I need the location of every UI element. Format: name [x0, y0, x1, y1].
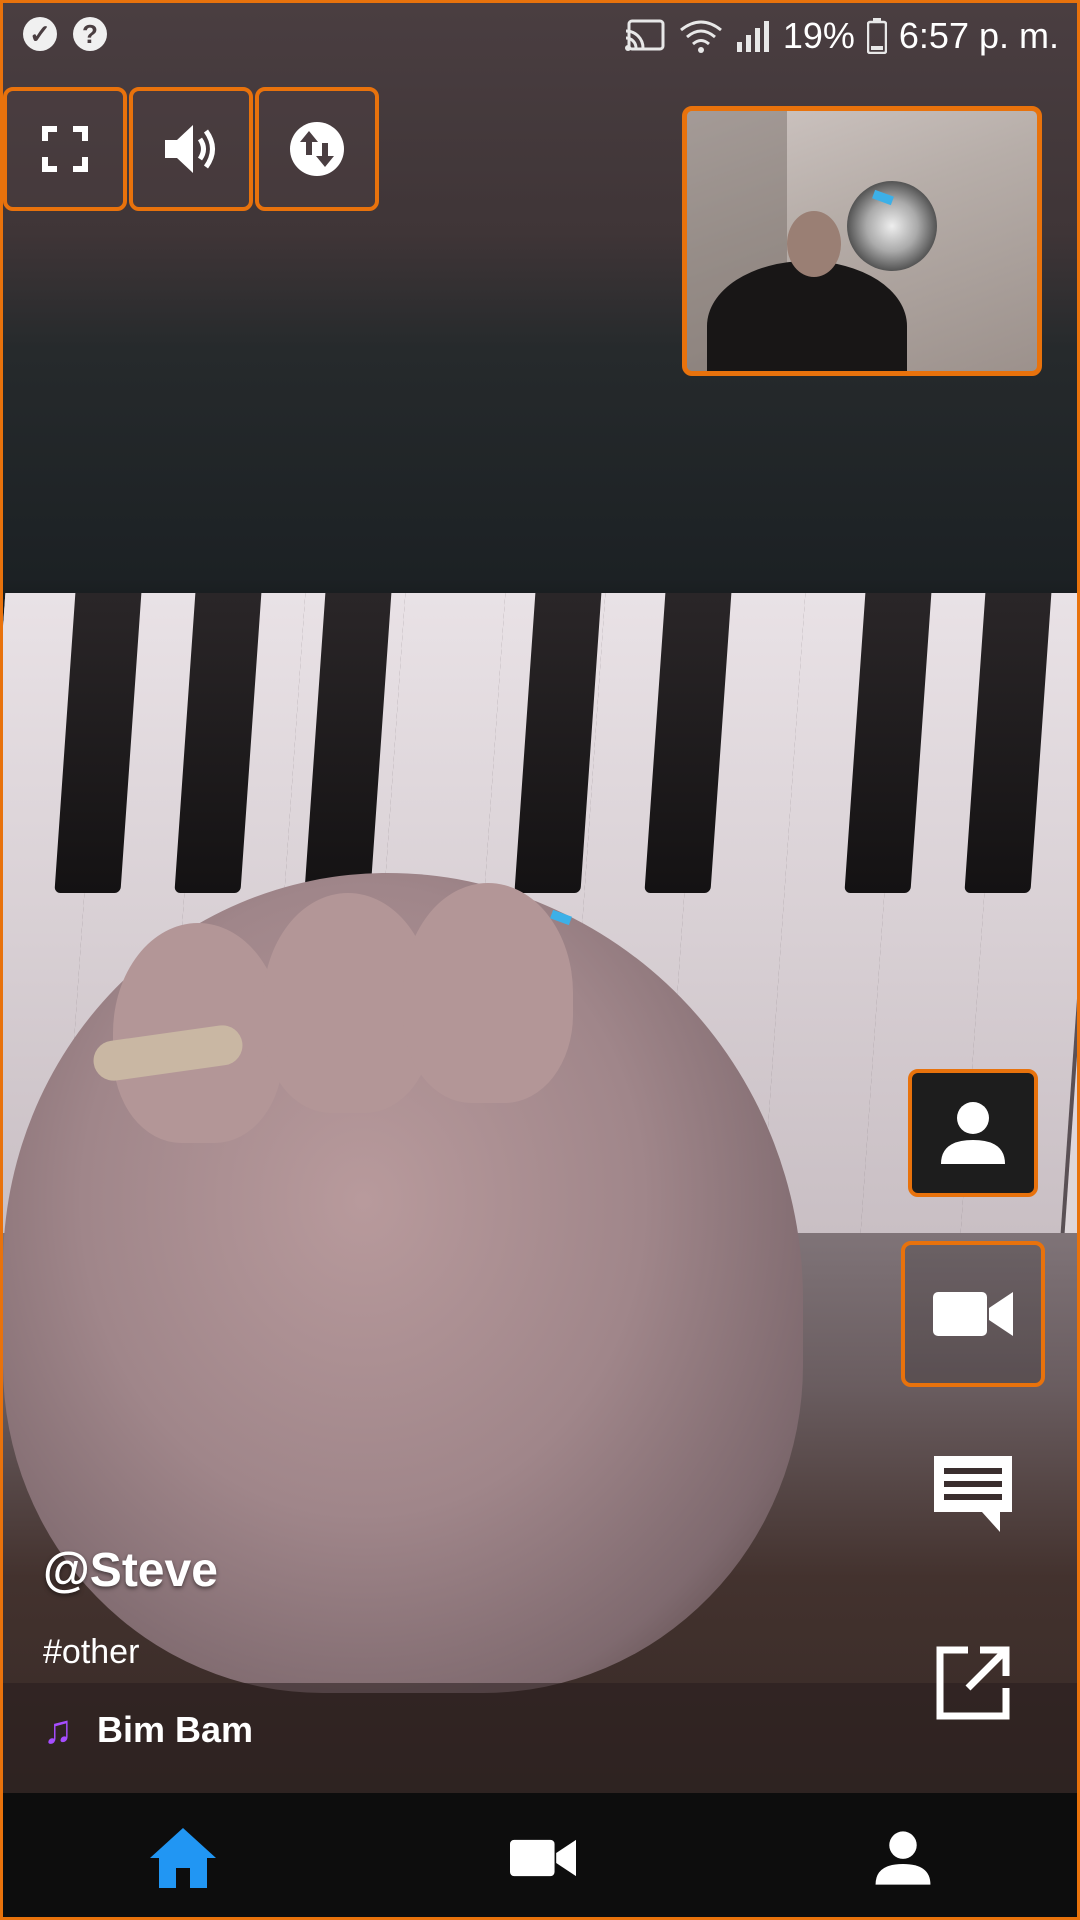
comments-button[interactable]	[918, 1443, 1028, 1543]
fullscreen-button[interactable]	[3, 87, 127, 211]
username[interactable]: @Steve	[43, 1543, 218, 1598]
pip-remote-video[interactable]	[682, 106, 1042, 376]
song-title: Bim Bam	[97, 1709, 254, 1750]
home-icon	[150, 1828, 216, 1888]
person-icon	[875, 1831, 931, 1885]
music-note-icon: ♫	[43, 1708, 73, 1752]
app-screen: ✓ ? 19% 6:57 p. m. @Steve #other ♫ Bim B…	[0, 0, 1080, 1920]
swap-vertical-icon	[290, 122, 344, 176]
chat-icon	[934, 1456, 1012, 1532]
bottom-navigation	[3, 1793, 1077, 1917]
help-circle-icon: ?	[73, 17, 107, 51]
battery-percent: 19%	[782, 15, 855, 56]
profile-action-button[interactable]	[908, 1069, 1038, 1197]
music-row[interactable]: ♫ Bim Bam	[43, 1709, 253, 1751]
clock: 6:57 p. m.	[898, 15, 1059, 56]
signal-icon	[736, 21, 769, 52]
open-external-icon	[936, 1646, 1010, 1720]
status-left-icons: ✓ ?	[23, 17, 107, 51]
nav-profile[interactable]	[843, 1808, 963, 1908]
status-bar: ✓ ? 19% 6:57 p. m.	[3, 3, 1077, 67]
nav-video[interactable]	[483, 1808, 603, 1908]
nav-home[interactable]	[123, 1808, 243, 1908]
hashtag[interactable]: #other	[43, 1633, 139, 1672]
battery-icon	[866, 18, 887, 54]
volume-icon	[165, 125, 215, 173]
person-icon	[941, 1102, 1005, 1164]
cast-icon	[624, 19, 665, 51]
volume-button[interactable]	[129, 87, 253, 211]
wifi-icon	[679, 20, 722, 53]
swap-camera-button[interactable]	[255, 87, 379, 211]
video-call-button[interactable]	[901, 1241, 1045, 1387]
status-right-icons: 19% 6:57 p. m.	[623, 15, 1059, 57]
video-camera-icon	[510, 1839, 576, 1877]
fullscreen-icon	[42, 126, 88, 172]
check-circle-icon: ✓	[23, 17, 57, 51]
video-camera-icon	[933, 1292, 1013, 1336]
share-button[interactable]	[923, 1633, 1023, 1733]
